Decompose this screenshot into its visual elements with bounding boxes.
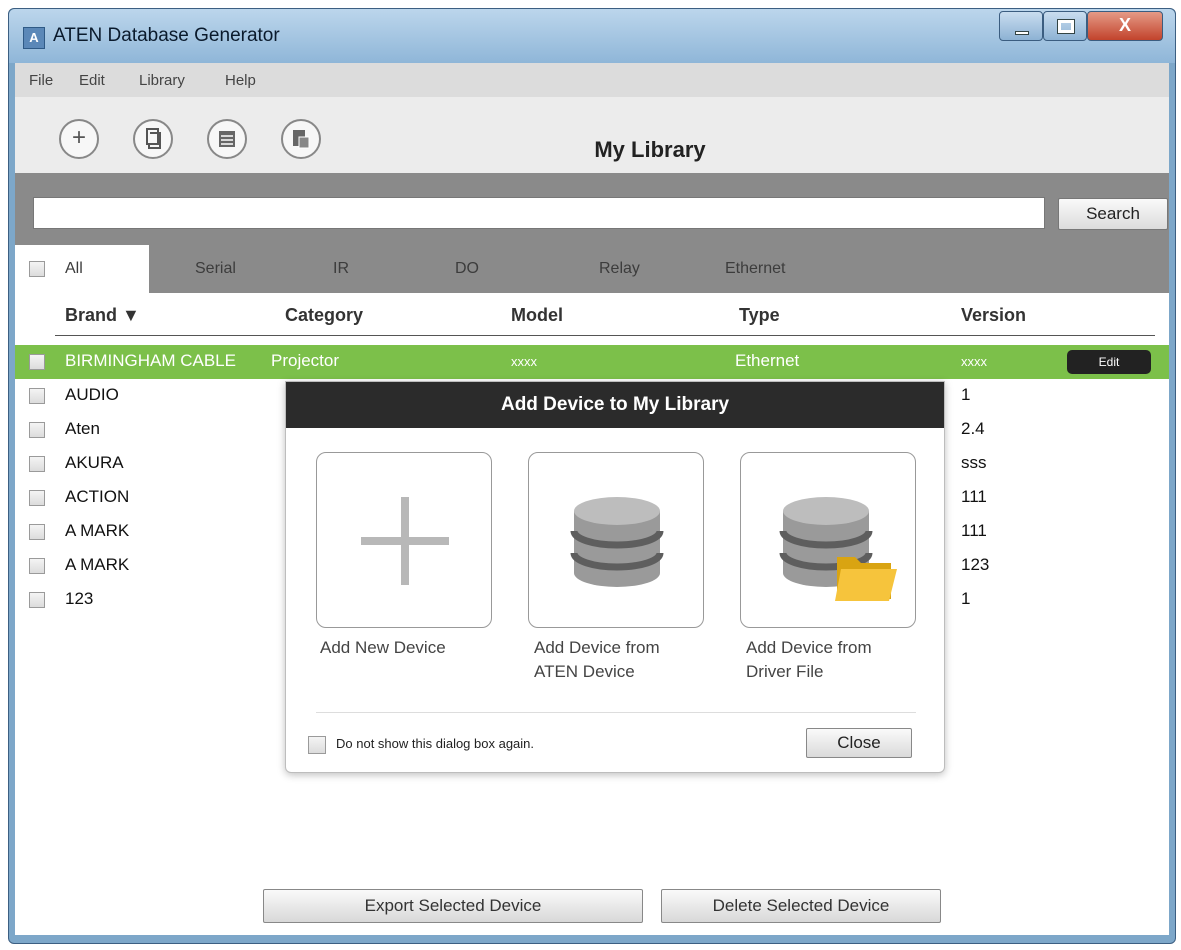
tab-ethernet[interactable]: Ethernet (725, 260, 785, 278)
cell-brand: AUDIO (65, 385, 119, 404)
table-header: Brand ▼ Category Model Type Version (15, 293, 1169, 337)
menu-file[interactable]: File (29, 72, 53, 89)
select-all-checkbox[interactable] (29, 261, 45, 277)
cell-version: 1 (961, 589, 971, 608)
cell-version: 123 (961, 555, 990, 574)
cell-brand: A MARK (65, 555, 130, 574)
cell-type: Ethernet (735, 351, 800, 370)
minimize-icon (1015, 31, 1029, 35)
close-icon: X (1118, 15, 1131, 35)
dont-show-again-checkbox[interactable] (308, 736, 326, 754)
plus-icon (361, 497, 449, 585)
column-brand[interactable]: Brand ▼ (65, 305, 140, 326)
search-bar: Search (15, 173, 1169, 245)
dont-show-again-label: Do not show this dialog box again. (336, 736, 535, 751)
cell-brand: A MARK (65, 521, 130, 540)
add-from-driver-file-card[interactable] (740, 452, 916, 628)
search-input[interactable] (33, 197, 1045, 229)
row-checkbox[interactable] (29, 456, 45, 472)
tab-serial[interactable]: Serial (195, 260, 236, 278)
export-selected-button[interactable]: Export Selected Device (263, 889, 643, 923)
client-area: File Edit Library Help + My Library Sear… (15, 63, 1169, 935)
tab-all-label: All (65, 260, 83, 277)
cell-version: 1 (961, 385, 971, 404)
page-title: My Library (594, 137, 706, 162)
cell-version: 2.4 (961, 419, 985, 438)
minimize-button[interactable] (999, 11, 1043, 41)
column-category[interactable]: Category (285, 305, 363, 326)
menu-library[interactable]: Library (139, 72, 185, 89)
cell-version: sss (961, 453, 987, 472)
row-checkbox[interactable] (29, 388, 45, 404)
filter-tabs: All Serial IR DO Relay Ethernet (15, 245, 1169, 293)
row-checkbox[interactable] (29, 422, 45, 438)
menu-help[interactable]: Help (225, 72, 256, 89)
cell-model: xxxx (511, 354, 537, 369)
row-checkbox[interactable] (29, 592, 45, 608)
add-new-device-card[interactable] (316, 452, 492, 628)
menu-bar: File Edit Library Help (15, 63, 1169, 97)
row-checkbox[interactable] (29, 558, 45, 574)
window-title: ATEN Database Generator (53, 25, 280, 46)
toolbar: + My Library (15, 97, 1169, 173)
table-row[interactable]: BIRMINGHAM CABLE Projector xxxx Ethernet… (15, 345, 1169, 379)
add-from-aten-device-card[interactable] (528, 452, 704, 628)
database-icon (570, 497, 664, 587)
header-divider (55, 335, 1155, 336)
dialog-divider (316, 712, 916, 713)
menu-edit[interactable]: Edit (79, 72, 105, 89)
edit-button[interactable]: Edit (1067, 350, 1151, 374)
app-window: A ATEN Database Generator X File Edit Li… (8, 8, 1176, 944)
add-new-device-label: Add New Device (320, 638, 446, 657)
maximize-button[interactable] (1043, 11, 1087, 41)
close-window-button[interactable]: X (1087, 11, 1163, 41)
title-bar[interactable]: A ATEN Database Generator X (9, 9, 1175, 63)
cell-brand: BIRMINGHAM CABLE (65, 351, 236, 370)
column-type[interactable]: Type (739, 305, 780, 326)
cell-brand: Aten (65, 419, 100, 438)
cell-version: 111 (961, 487, 987, 506)
close-dialog-button[interactable]: Close (806, 728, 912, 758)
cell-category: Projector (271, 351, 340, 370)
column-version[interactable]: Version (961, 305, 1026, 326)
cell-version: 111 (961, 521, 987, 540)
cell-brand: AKURA (65, 453, 124, 472)
cell-brand: ACTION (65, 487, 130, 506)
cell-brand: 123 (65, 589, 94, 608)
cell-version: xxxx (961, 354, 987, 369)
tab-all[interactable]: All (15, 245, 149, 293)
tab-do[interactable]: DO (455, 260, 479, 278)
row-checkbox[interactable] (29, 490, 45, 506)
add-from-aten-device-label: Add Device from ATEN Device (534, 638, 660, 681)
search-button[interactable]: Search (1058, 198, 1168, 230)
delete-selected-button[interactable]: Delete Selected Device (661, 889, 941, 923)
row-checkbox[interactable] (29, 354, 45, 370)
row-checkbox[interactable] (29, 524, 45, 540)
app-logo-icon: A (23, 27, 45, 49)
database-folder-icon (779, 497, 897, 601)
dialog-title: Add Device to My Library (286, 382, 944, 428)
add-device-dialog: Add Device to My Library Add New Device … (285, 381, 945, 773)
add-from-driver-file-label: Add Device from Driver File (746, 638, 872, 681)
tab-relay[interactable]: Relay (599, 260, 640, 278)
maximize-icon (1057, 19, 1075, 34)
tab-ir[interactable]: IR (333, 260, 349, 278)
column-model[interactable]: Model (511, 305, 563, 326)
